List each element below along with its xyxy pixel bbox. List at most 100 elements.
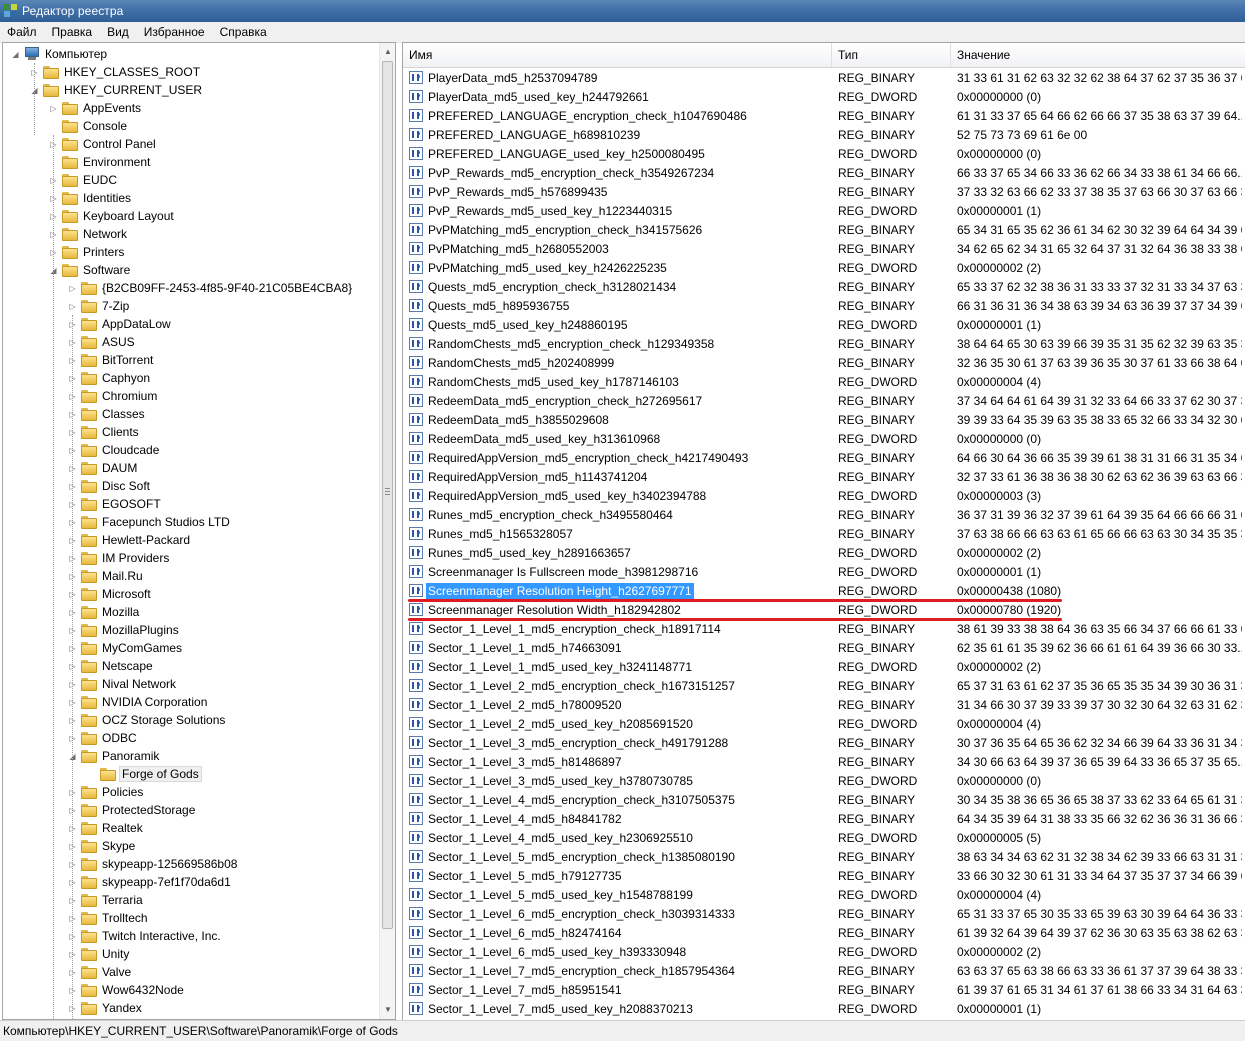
table-row[interactable]: PvPMatching_md5_used_key_h2426225235 REG_… <box>403 258 1245 277</box>
tree-scrollbar[interactable]: ▲ ▼ <box>379 43 395 1019</box>
table-row[interactable]: Screenmanager Is Fullscreen mode_h398129… <box>403 562 1245 581</box>
values-list[interactable]: Имя Тип Значение PlayerData_md5_h2537094… <box>402 42 1245 1020</box>
table-row[interactable]: Sector_1_Level_2_md5_h78009520 REG_BINARY… <box>403 695 1245 714</box>
tree-item-software-child[interactable]: ▷ Classes <box>68 405 147 423</box>
tree-item-software-child[interactable]: ▷ Disc Soft <box>68 477 152 495</box>
scroll-up-arrow[interactable]: ▲ <box>380 43 395 59</box>
table-row[interactable]: Runes_md5_h1565328057 REG_BINARY 37 63 38 … <box>403 524 1245 543</box>
table-row[interactable]: Screenmanager Resolution Width_h18294280… <box>403 600 1245 619</box>
table-row[interactable]: RequiredAppVersion_md5_encryption_check_… <box>403 448 1245 467</box>
table-row[interactable]: RedeemData_md5_used_key_h313610968 REG_DW… <box>403 429 1245 448</box>
table-row[interactable]: PvP_Rewards_md5_h576899435 REG_BINARY 37 3… <box>403 182 1245 201</box>
table-row[interactable]: Sector_1_Level_3_md5_h81486897 REG_BINARY… <box>403 752 1245 771</box>
column-value[interactable]: Значение <box>951 43 1245 67</box>
tree-item-hkcu-child[interactable]: ◢ Software <box>49 261 132 279</box>
expand-arrow-icon[interactable]: ▷ <box>68 302 77 311</box>
tree-item-software-child[interactable]: ▷ Hewlett-Packard <box>68 531 192 549</box>
tree-item-software-child[interactable]: ▷ Mozilla <box>68 603 141 621</box>
tree-item-hkcu-child[interactable]: ▷ Control Panel <box>49 135 158 153</box>
table-row[interactable]: Sector_1_Level_3_md5_used_key_h378073078… <box>403 771 1245 790</box>
table-row[interactable]: Sector_1_Level_5_md5_used_key_h154878819… <box>403 885 1245 904</box>
table-row[interactable]: Sector_1_Level_6_md5_used_key_h393330948… <box>403 942 1245 961</box>
tree-item-software-child[interactable]: ▷ Caphyon <box>68 369 152 387</box>
tree-item-hkcu-child[interactable]: ▷ Keyboard Layout <box>49 207 176 225</box>
menu-edit[interactable]: Правка <box>45 25 101 39</box>
tree-item-hkcu-child[interactable]: ▷ Identities <box>49 189 133 207</box>
table-row[interactable]: PvP_Rewards_md5_used_key_h1223440315 REG_… <box>403 201 1245 220</box>
tree-item-software-child[interactable]: ▷ Unity <box>68 945 131 963</box>
table-row[interactable]: Sector_1_Level_7_md5_h85951541 REG_BINARY… <box>403 980 1245 999</box>
registry-tree[interactable]: ◢ Компьютер ▷ HKEY_CLASSES_ROOT ◢ HKEY_CURREN… <box>2 42 396 1020</box>
expand-arrow-icon[interactable]: ▷ <box>68 284 77 293</box>
table-row[interactable]: Sector_1_Level_4_md5_h84841782 REG_BINARY… <box>403 809 1245 828</box>
table-row[interactable]: Sector_1_Level_5_md5_encryption_check_h1… <box>403 847 1245 866</box>
table-row[interactable]: RedeemData_md5_encryption_check_h2726956… <box>403 391 1245 410</box>
tree-item-software-child[interactable]: ▷ Valve <box>68 963 133 981</box>
tree-item-software-child[interactable]: ▷ NVIDIA Corporation <box>68 693 209 711</box>
tree-item-hkcu-child[interactable]: Environment <box>49 153 152 171</box>
tree-item-software-child[interactable]: ▷ OCZ Storage Solutions <box>68 711 227 729</box>
tree-item-hkcr[interactable]: ▷ HKEY_CLASSES_ROOT <box>30 63 202 81</box>
table-row[interactable]: PREFERED_LANGUAGE_h689810239 REG_BINARY 52… <box>403 125 1245 144</box>
table-row[interactable]: Sector_1_Level_1_md5_encryption_check_h1… <box>403 619 1245 638</box>
tree-item-software-child[interactable]: ▷ EGOSOFT <box>68 495 163 513</box>
tree-item-software-child[interactable]: ▷ Nival Network <box>68 675 178 693</box>
table-row[interactable]: RequiredAppVersion_md5_h1143741204 REG_BI… <box>403 467 1245 486</box>
tree-item-software-child[interactable]: ▷ ODBC <box>68 729 139 747</box>
tree-item-software-child[interactable]: ▷ {B2CB09FF-2453-4f85-9F40-21C05BE4CBA8} <box>68 279 354 297</box>
tree-item-software-child[interactable]: ▷ Cloudcade <box>68 441 161 459</box>
tree-item-software-child[interactable]: ▷ DAUM <box>68 459 139 477</box>
tree-item-computer[interactable]: ◢ Компьютер <box>11 45 109 63</box>
table-row[interactable]: Sector_1_Level_2_md5_encryption_check_h1… <box>403 676 1245 695</box>
table-row[interactable]: Runes_md5_used_key_h2891663657 REG_DWORD 0… <box>403 543 1245 562</box>
tree-item-software-child[interactable]: ▷ Trolltech <box>68 909 150 927</box>
tree-item-software-child[interactable]: ▷ skypeapp-7ef1f70da6d1 <box>68 873 233 891</box>
tree-item-hkcu[interactable]: ◢ HKEY_CURRENT_USER <box>30 81 204 99</box>
tree-item-hkcu-child[interactable]: ▷ EUDC <box>49 171 119 189</box>
table-row[interactable]: PREFERED_LANGUAGE_used_key_h2500080495 RE… <box>403 144 1245 163</box>
tree-item-software-child[interactable]: ◢ Panoramik <box>68 747 161 765</box>
tree-item-software-child[interactable]: ▷ IM Providers <box>68 549 171 567</box>
tree-item-software-child[interactable]: ▷ MyComGames <box>68 639 184 657</box>
tree-item-software-child[interactable]: ▷ AppDataLow <box>68 315 173 333</box>
table-row[interactable]: RedeemData_md5_h3855029608 REG_BINARY 39 3… <box>403 410 1245 429</box>
table-row[interactable]: Quests_md5_encryption_check_h3128021434 R… <box>403 277 1245 296</box>
table-row[interactable]: Sector_1_Level_3_md5_encryption_check_h4… <box>403 733 1245 752</box>
table-row[interactable]: PlayerData_md5_h2537094789 REG_BINARY 31 3… <box>403 68 1245 87</box>
expand-arrow-icon[interactable]: ▷ <box>49 104 58 113</box>
table-row[interactable]: Sector_1_Level_6_md5_h82474164 REG_BINARY… <box>403 923 1245 942</box>
tree-item-software-child[interactable]: ▷ BitTorrent <box>68 351 155 369</box>
tree-item-software-child[interactable]: ▷ Microsoft <box>68 585 153 603</box>
scroll-thumb[interactable] <box>382 61 393 929</box>
tree-item-software-child[interactable]: ▷ Terraria <box>68 891 145 909</box>
menu-favorites[interactable]: Избранное <box>137 25 213 39</box>
tree-item-hkcu-child[interactable]: ▷ Printers <box>49 243 126 261</box>
tree-item-forge-of-gods[interactable]: Forge of Gods <box>87 765 202 783</box>
table-row[interactable]: RequiredAppVersion_md5_used_key_h3402394… <box>403 486 1245 505</box>
table-row[interactable]: RandomChests_md5_encryption_check_h12934… <box>403 334 1245 353</box>
table-row[interactable]: PvPMatching_md5_encryption_check_h341575… <box>403 220 1245 239</box>
tree-item-software-child[interactable]: ▷ Mail.Ru <box>68 567 145 585</box>
table-row[interactable]: Screenmanager Resolution Height_h2627697… <box>403 581 1245 600</box>
menu-view[interactable]: Вид <box>100 25 137 39</box>
tree-item-software-child[interactable]: ▷ 7-Zip <box>68 297 131 315</box>
column-name[interactable]: Имя <box>403 43 832 67</box>
table-row[interactable]: Sector_1_Level_7_md5_encryption_check_h1… <box>403 961 1245 980</box>
tree-item-software-child[interactable]: ▷ Skype <box>68 837 137 855</box>
tree-item-software-child[interactable]: ▷ ProtectedStorage <box>68 801 197 819</box>
table-row[interactable]: RandomChests_md5_h202408999 REG_BINARY 32 … <box>403 353 1245 372</box>
table-row[interactable]: Sector_1_Level_7_md5_used_key_h208837021… <box>403 999 1245 1018</box>
tree-item-software-child[interactable]: ▷ MozillaPlugins <box>68 621 181 639</box>
table-row[interactable]: Sector_1_Level_1_md5_h74663091 REG_BINARY… <box>403 638 1245 657</box>
table-row[interactable]: Sector_1_Level_2_md5_used_key_h208569152… <box>403 714 1245 733</box>
table-row[interactable]: Sector_1_Level_6_md5_encryption_check_h3… <box>403 904 1245 923</box>
menu-file[interactable]: Файл <box>0 25 45 39</box>
tree-item-hkcu-child[interactable]: Console <box>49 117 129 135</box>
table-row[interactable]: RandomChests_md5_used_key_h1787146103 REG… <box>403 372 1245 391</box>
tree-item-software-child[interactable]: ▷ Facepunch Studios LTD <box>68 513 232 531</box>
tree-item-software-child[interactable]: ▷ Clients <box>68 423 141 441</box>
tree-item-hkcu-child[interactable]: ▷ AppEvents <box>49 99 143 117</box>
scroll-down-arrow[interactable]: ▼ <box>380 1001 395 1017</box>
menu-help[interactable]: Справка <box>213 25 275 39</box>
tree-item-software-child[interactable]: ▷ Yandex <box>68 999 144 1017</box>
